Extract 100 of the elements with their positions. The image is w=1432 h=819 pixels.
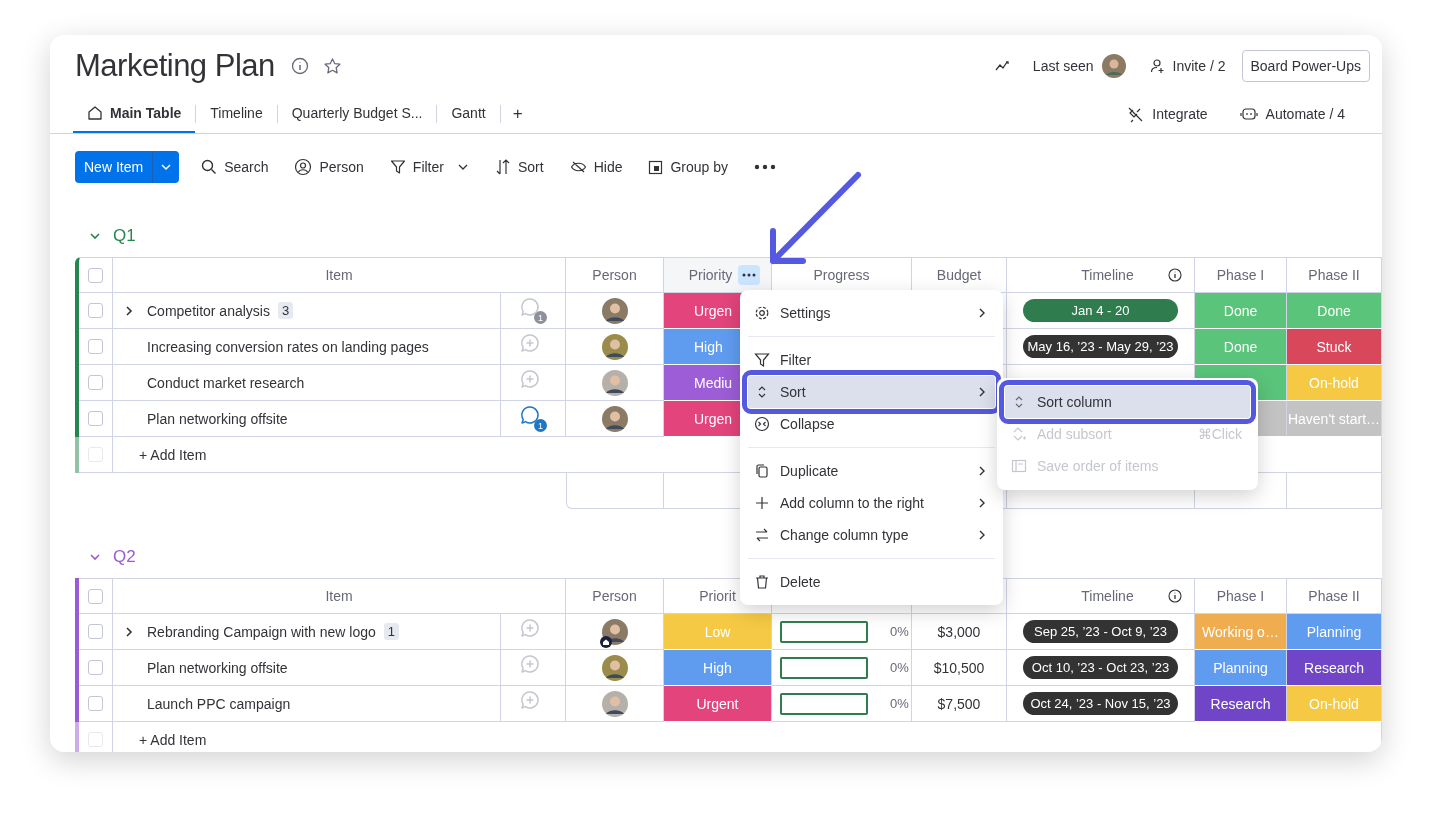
gear-icon	[754, 305, 770, 321]
checkbox[interactable]	[88, 411, 103, 426]
person-button[interactable]: Person	[294, 158, 364, 176]
invite-button[interactable]: Invite / 2	[1149, 58, 1226, 74]
collapse-icon[interactable]	[89, 551, 101, 563]
phase-status[interactable]: Research	[1287, 650, 1382, 686]
checkbox[interactable]	[88, 624, 103, 639]
hide-button[interactable]: Hide	[569, 159, 623, 175]
column-header: Phase I	[1216, 588, 1265, 604]
copy-icon	[754, 463, 770, 479]
subitem-count[interactable]: 1	[383, 623, 400, 640]
more-button[interactable]	[754, 164, 777, 170]
column-header: Phase I	[1216, 267, 1265, 283]
info-icon[interactable]	[1168, 589, 1182, 603]
expand-icon[interactable]	[124, 626, 134, 638]
robot-icon	[1239, 106, 1258, 122]
budget-value: $10,500	[933, 659, 985, 676]
item-name[interactable]: Conduct market research	[147, 374, 305, 391]
integrate-button[interactable]: Integrate	[1127, 105, 1208, 123]
chevron-right-icon	[977, 529, 987, 541]
checkbox[interactable]	[88, 696, 103, 711]
timeline-pill[interactable]: Sep 25, ’23 - Oct 9, ’23	[1023, 620, 1178, 643]
checkbox[interactable]	[88, 339, 103, 354]
view-tab[interactable]: Quarterly Budget S...	[277, 95, 437, 133]
column-header: Priority	[688, 267, 733, 283]
menu-item[interactable]: Delete	[748, 566, 995, 598]
add-person-icon	[1149, 58, 1166, 74]
checkbox[interactable]	[88, 267, 103, 283]
sort-icon	[494, 159, 511, 175]
budget-value: $7,500	[937, 695, 981, 712]
column-header: Item	[325, 588, 353, 604]
priority-status[interactable]: Urgent	[664, 686, 772, 722]
checkbox[interactable]	[88, 588, 103, 604]
swap-icon	[754, 527, 770, 543]
person-avatar[interactable]	[601, 618, 628, 645]
column-header: Item	[325, 267, 353, 283]
search-button[interactable]: Search	[201, 159, 269, 175]
person-icon	[294, 158, 313, 176]
menu-item[interactable]: Duplicate	[748, 455, 995, 487]
add-view-button[interactable]: +	[500, 104, 535, 124]
column-header: Priorit	[699, 588, 736, 604]
person-avatar[interactable]	[601, 297, 628, 324]
view-tab[interactable]: Gantt	[437, 95, 500, 133]
add-item-button[interactable]: + Add Item	[139, 446, 207, 463]
board-title: Marketing Plan	[75, 48, 275, 84]
item-name[interactable]: Plan networking offsite	[147, 410, 288, 427]
item-name[interactable]: Competitor analysis	[147, 302, 270, 319]
timeline-pill[interactable]: Oct 24, ’23 - Nov 15, ’23	[1023, 692, 1178, 715]
person-avatar[interactable]	[601, 690, 628, 717]
person-avatar[interactable]	[601, 369, 628, 396]
group-title[interactable]: Q2	[113, 547, 136, 567]
column-header: Progress	[813, 267, 870, 283]
person-avatar[interactable]	[601, 333, 628, 360]
timeline-pill[interactable]: Oct 10, ’23 - Oct 23, ’23	[1023, 656, 1178, 679]
checkbox[interactable]	[88, 375, 103, 390]
view-tab[interactable]: Timeline	[196, 95, 277, 133]
avatar[interactable]	[1101, 54, 1126, 78]
group-title[interactable]: Q1	[113, 226, 136, 246]
checkbox[interactable]	[88, 660, 103, 675]
item-name[interactable]: Rebranding Campaign with new logo	[147, 623, 376, 640]
item-name[interactable]: Plan networking offsite	[147, 659, 288, 676]
more-icon	[754, 164, 777, 170]
group-icon	[648, 159, 664, 175]
expand-icon[interactable]	[124, 305, 134, 317]
new-item-button[interactable]: New Item	[75, 151, 153, 183]
timeline-pill[interactable]: Jan 4 - 20	[1023, 299, 1178, 322]
timeline-pill[interactable]: May 16, ’23 - May 29, ’23	[1023, 335, 1178, 358]
sort-button[interactable]: Sort	[494, 159, 544, 175]
item-name[interactable]: Increasing conversion rates on landing pages	[147, 338, 429, 355]
last-seen-label: Last seen	[1032, 58, 1094, 74]
column-menu-button[interactable]	[738, 265, 761, 285]
add-item-button[interactable]: + Add Item	[139, 731, 207, 748]
person-avatar[interactable]	[601, 654, 628, 681]
budget-value: $3,000	[937, 623, 981, 640]
column-header: Person	[592, 267, 637, 283]
phase-status[interactable]: Stuck	[1287, 329, 1382, 365]
collapse-icon[interactable]	[89, 230, 101, 242]
automate-button[interactable]: Automate / 4	[1239, 106, 1345, 122]
list-icon	[1011, 458, 1027, 474]
view-tab[interactable]: Main Table	[73, 95, 196, 133]
column-header: Person	[592, 588, 637, 604]
column-header: Timeline	[1080, 267, 1135, 283]
menu-item[interactable]: Add column to the right	[748, 487, 995, 519]
group-button[interactable]: Group by	[648, 159, 729, 175]
new-item-dropdown-button[interactable]	[152, 151, 180, 183]
checkbox[interactable]	[88, 303, 103, 318]
info-icon[interactable]	[1168, 268, 1182, 282]
info-icon[interactable]	[290, 57, 309, 75]
subitem-count[interactable]: 3	[277, 302, 294, 319]
chevron-right-icon	[977, 386, 987, 398]
phase-status[interactable]: Research	[1195, 686, 1287, 722]
item-name[interactable]: Launch PPC campaign	[147, 695, 291, 712]
plug-icon	[1127, 105, 1145, 123]
menu-item[interactable]: Change column type	[748, 519, 995, 551]
power-ups-button[interactable]: Board Power-Ups	[1241, 50, 1370, 82]
star-icon[interactable]	[322, 56, 342, 76]
filter-button[interactable]: Filter	[389, 159, 469, 175]
person-avatar[interactable]	[601, 405, 628, 432]
chevron-right-icon	[977, 465, 987, 477]
search-icon	[201, 159, 218, 175]
